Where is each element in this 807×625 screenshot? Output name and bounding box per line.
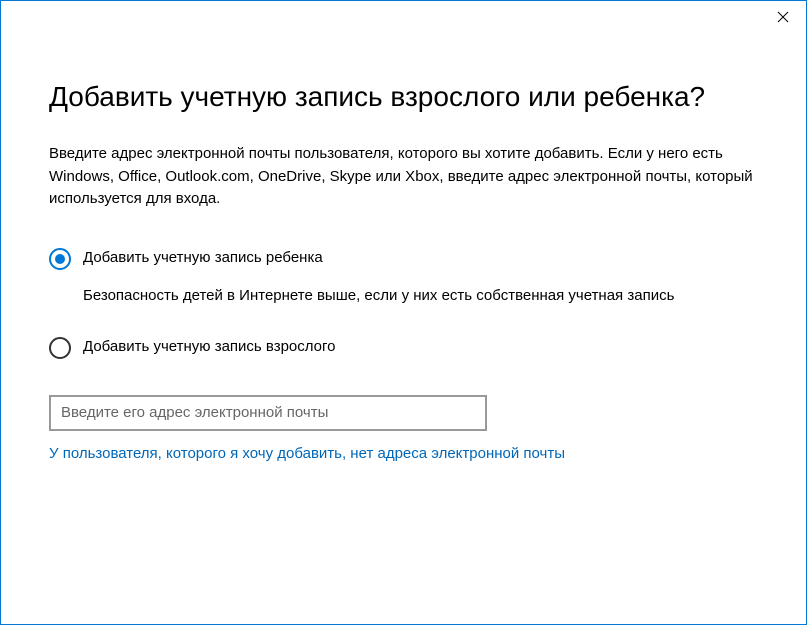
radio-option-child[interactable]: Добавить учетную запись ребенка Безопасн…: [49, 247, 758, 318]
radio-label-adult: Добавить учетную запись взрослого: [83, 336, 758, 359]
radio-text-container: Добавить учетную запись взрослого: [83, 336, 758, 359]
radio-dot-icon: [55, 254, 65, 264]
radio-text-container: Добавить учетную запись ребенка Безопасн…: [83, 247, 758, 318]
close-icon: [777, 11, 789, 23]
no-email-link[interactable]: У пользователя, которого я хочу добавить…: [49, 445, 565, 462]
dialog-description: Введите адрес электронной почты пользова…: [49, 143, 758, 211]
close-button[interactable]: [760, 1, 806, 33]
titlebar: [1, 1, 806, 39]
radio-label-child: Добавить учетную запись ребенка: [83, 247, 758, 270]
radio-sublabel-child: Безопасность детей в Интернете выше, есл…: [83, 285, 758, 308]
email-input[interactable]: [49, 395, 487, 431]
dialog-content: Добавить учетную запись взрослого или ре…: [1, 39, 806, 624]
dialog-heading: Добавить учетную запись взрослого или ре…: [49, 79, 758, 115]
dialog-window: Добавить учетную запись взрослого или ре…: [0, 0, 807, 625]
radio-option-adult[interactable]: Добавить учетную запись взрослого: [49, 336, 758, 359]
radio-icon: [49, 337, 71, 359]
radio-icon: [49, 248, 71, 270]
account-type-radio-group: Добавить учетную запись ребенка Безопасн…: [49, 247, 758, 359]
